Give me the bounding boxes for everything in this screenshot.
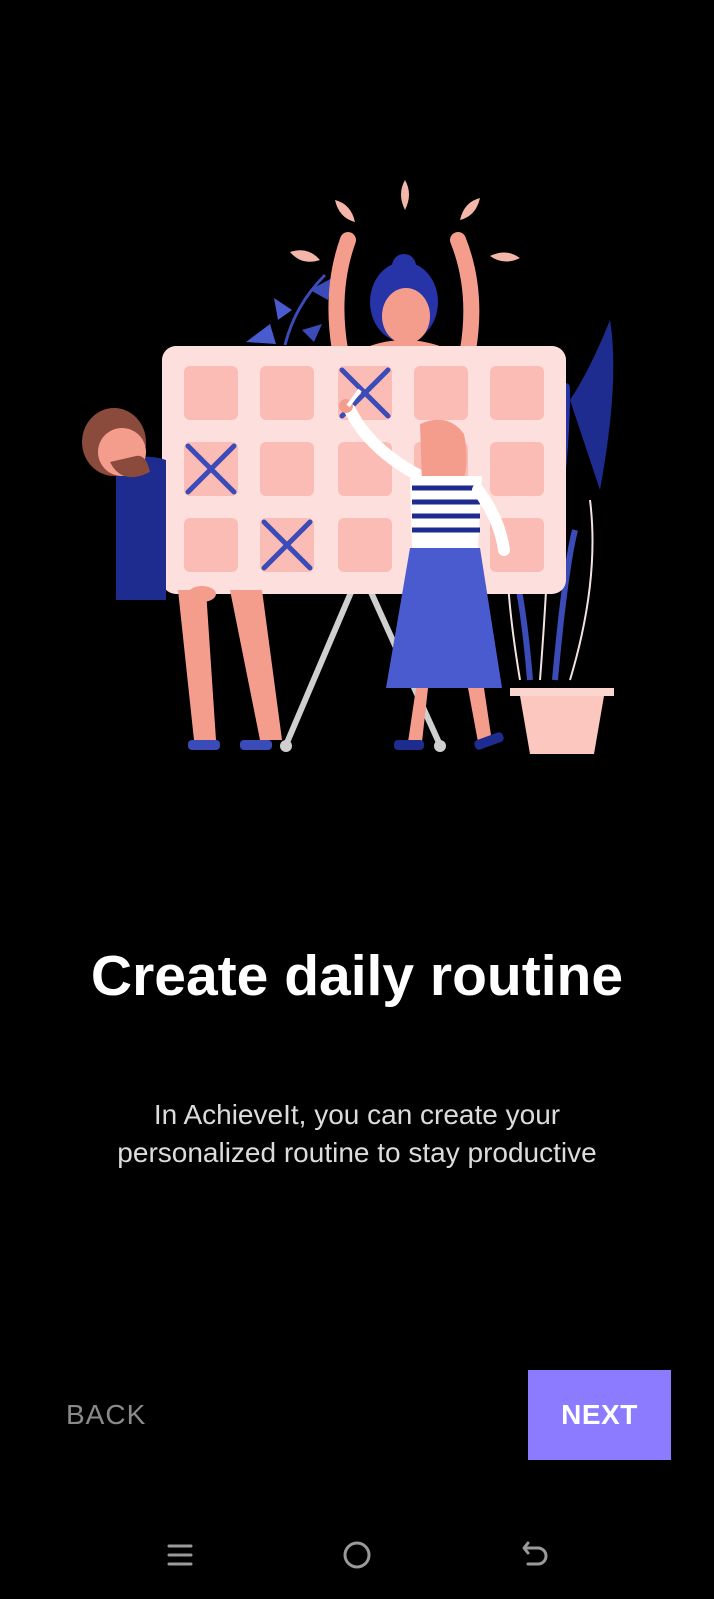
description-line-1: In AchieveIt, you can create your bbox=[153, 1099, 561, 1130]
confetti-leaves bbox=[290, 180, 520, 262]
onboarding-illustration bbox=[82, 180, 614, 754]
system-navigation-bar bbox=[0, 1520, 714, 1599]
back-icon[interactable] bbox=[505, 1530, 565, 1580]
page-title: Create daily routine bbox=[90, 944, 624, 1008]
back-button[interactable]: BACK bbox=[62, 1370, 182, 1460]
calendar-board bbox=[162, 346, 566, 594]
menu-icon[interactable] bbox=[150, 1530, 210, 1580]
left-plant bbox=[246, 273, 332, 346]
plant-pot bbox=[510, 688, 614, 754]
description-line-2: personalized routine to stay productive bbox=[117, 1137, 597, 1168]
page-description: In AchieveIt, you can create your person… bbox=[60, 1096, 654, 1172]
home-icon[interactable] bbox=[327, 1530, 387, 1580]
next-button[interactable]: NEXT bbox=[528, 1370, 671, 1460]
